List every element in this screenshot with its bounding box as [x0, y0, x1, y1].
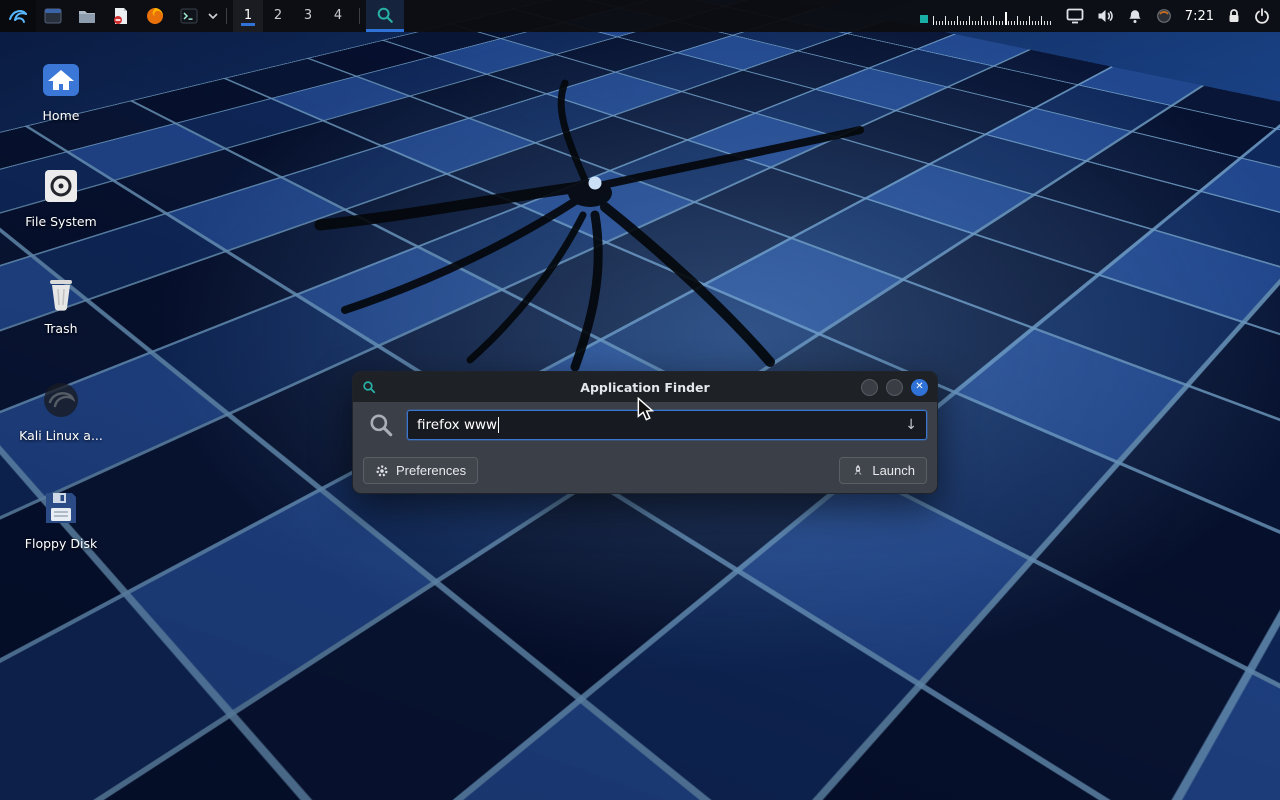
volume-icon[interactable] [1097, 8, 1114, 24]
top-panel: 1 2 3 4 7:21 [0, 0, 1280, 32]
history-dropdown-icon[interactable]: ↓ [905, 417, 917, 433]
search-input-value: firefox www [417, 417, 497, 433]
update-status-icon[interactable] [1156, 8, 1172, 24]
launcher-text-editor[interactable] [104, 0, 138, 32]
preferences-label: Preferences [396, 463, 466, 478]
application-finder-window: Application Finder ✕ firefox www ↓ [352, 371, 938, 494]
dialog-buttons: Preferences Launch [363, 457, 927, 484]
display-icon[interactable] [1066, 8, 1084, 24]
kali-linux-icon [39, 378, 83, 422]
text-caret [498, 417, 499, 433]
launcher-window[interactable] [36, 0, 70, 32]
document-icon [113, 7, 129, 25]
launcher-firefox[interactable] [138, 0, 172, 32]
launcher-terminal[interactable] [172, 0, 206, 32]
mouse-cursor [636, 397, 654, 421]
kali-menu-button[interactable] [0, 0, 36, 32]
firefox-icon [146, 7, 164, 25]
home-icon [39, 58, 83, 102]
desktop-icon-floppy-disk[interactable]: Floppy Disk [18, 486, 104, 551]
panel-separator [359, 8, 360, 24]
kali-logo-icon [7, 5, 29, 27]
panel-tray: 7:21 [920, 7, 1280, 25]
close-icon: ✕ [915, 382, 923, 392]
workspace-1[interactable]: 1 [233, 0, 263, 32]
magnifier-icon [376, 6, 394, 24]
chevron-down-icon [208, 13, 218, 19]
preferences-button[interactable]: Preferences [363, 457, 478, 484]
window-title: Application Finder [353, 380, 937, 395]
workspace-label: 2 [271, 6, 285, 26]
minimize-button[interactable] [861, 379, 878, 396]
workspace-label: 3 [301, 6, 315, 26]
maximize-button[interactable] [886, 379, 903, 396]
gear-icon [375, 464, 389, 478]
system-monitor-widget[interactable] [920, 7, 1053, 25]
launcher-file-manager[interactable] [70, 0, 104, 32]
workspace-2[interactable]: 2 [263, 0, 293, 32]
launch-icon [851, 464, 865, 478]
desktop-icon-kali-linux[interactable]: Kali Linux a... [18, 378, 104, 443]
launch-button[interactable]: Launch [839, 457, 927, 484]
desktop-icon-home[interactable]: Home [18, 58, 104, 123]
appfinder-window-icon [362, 380, 376, 394]
desktop-icon-label: Kali Linux a... [19, 428, 103, 443]
floppy-disk-icon [39, 486, 83, 530]
launch-label: Launch [872, 463, 915, 478]
terminal-dropdown-chevron[interactable] [206, 0, 220, 32]
desktop-icon-label: Home [43, 108, 80, 123]
search-input[interactable]: firefox www ↓ [407, 410, 927, 440]
power-icon[interactable] [1254, 8, 1270, 24]
close-button[interactable]: ✕ [911, 379, 928, 396]
desktop-icon-file-system[interactable]: File System [18, 164, 104, 229]
workspace-3[interactable]: 3 [293, 0, 323, 32]
lock-icon[interactable] [1227, 8, 1241, 24]
terminal-icon [180, 8, 198, 24]
clock[interactable]: 7:21 [1185, 9, 1214, 24]
workspace-4[interactable]: 4 [323, 0, 353, 32]
search-icon [368, 412, 394, 438]
workspace-label: 1 [241, 6, 255, 26]
file-system-icon [39, 164, 83, 208]
window-icon [44, 8, 62, 24]
workspace-label: 4 [331, 6, 345, 26]
taskbar-application-finder[interactable] [366, 0, 404, 32]
trash-icon [39, 271, 83, 315]
monitor-ticks [933, 10, 1053, 25]
titlebar-buttons: ✕ [861, 379, 928, 396]
desktop-icon-label: Floppy Disk [25, 536, 97, 551]
desktop-icon-label: File System [25, 214, 97, 229]
monitor-indicator-square [920, 15, 928, 23]
folder-icon [78, 8, 96, 24]
desktop-icon-trash[interactable]: Trash [18, 271, 104, 336]
notifications-bell-icon[interactable] [1127, 8, 1143, 25]
desktop-icon-label: Trash [44, 321, 77, 336]
kali-dragon-silhouette [265, 75, 905, 375]
panel-separator [226, 8, 227, 24]
